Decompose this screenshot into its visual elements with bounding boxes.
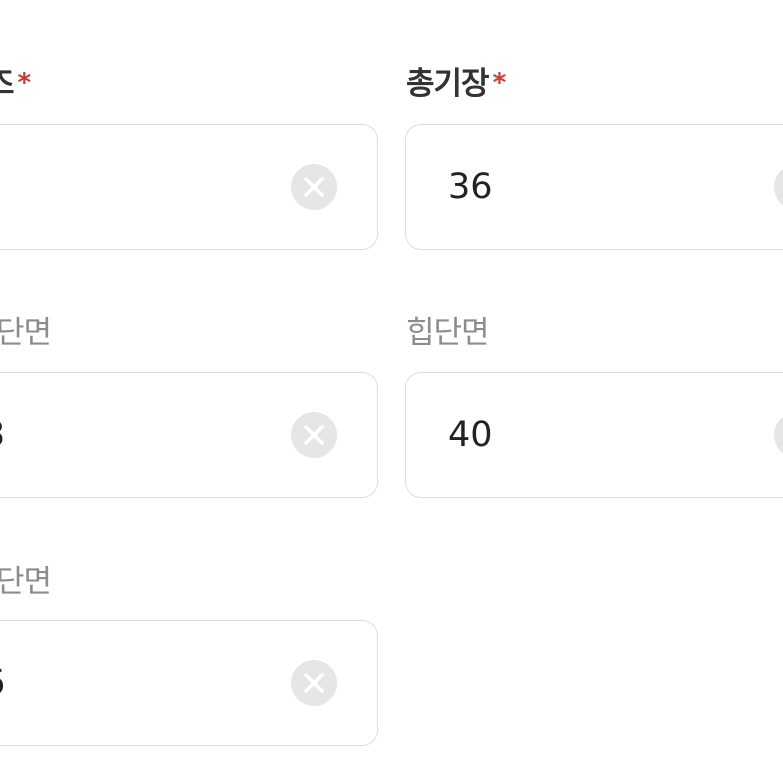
cross-section-2-input[interactable]: 6 <box>0 620 378 746</box>
field-size-label: 즈* <box>0 64 32 106</box>
hip-width-input-value: 40 <box>448 415 493 455</box>
clear-size-button[interactable] <box>291 164 337 210</box>
label-text: 총기장 <box>406 66 490 102</box>
field-cross-section-2-label: 단면 <box>0 562 52 602</box>
clear-hip-width-button[interactable] <box>774 412 783 458</box>
label-text: 힙단면 <box>406 315 490 351</box>
required-star: * <box>17 68 32 98</box>
clear-cross-section-2-button[interactable] <box>291 660 337 706</box>
close-circle-icon <box>774 164 783 210</box>
clear-total-length-button[interactable] <box>774 164 783 210</box>
required-star: * <box>492 68 507 98</box>
cross-section-2-input-value: 6 <box>0 621 5 745</box>
total-length-input[interactable]: 36 <box>405 124 783 250</box>
close-circle-icon <box>304 425 324 445</box>
field-cross-section-label: 단면 <box>0 313 52 353</box>
close-circle-icon <box>304 177 324 197</box>
label-text: 즈 <box>0 66 15 102</box>
cross-section-input[interactable]: 3 <box>0 372 378 498</box>
close-circle-icon <box>774 412 783 458</box>
hip-width-input[interactable]: 40 <box>405 372 783 498</box>
total-length-input-value: 36 <box>448 167 493 207</box>
label-text: 단면 <box>0 564 52 600</box>
clear-cross-section-button[interactable] <box>291 412 337 458</box>
cross-section-input-value: 3 <box>0 373 5 497</box>
size-input[interactable] <box>0 124 378 250</box>
field-hip-width-label: 힙단면 <box>406 313 490 353</box>
field-total-length-label: 총기장 * <box>406 64 507 106</box>
label-text: 단면 <box>0 315 52 351</box>
close-circle-icon <box>304 673 324 693</box>
